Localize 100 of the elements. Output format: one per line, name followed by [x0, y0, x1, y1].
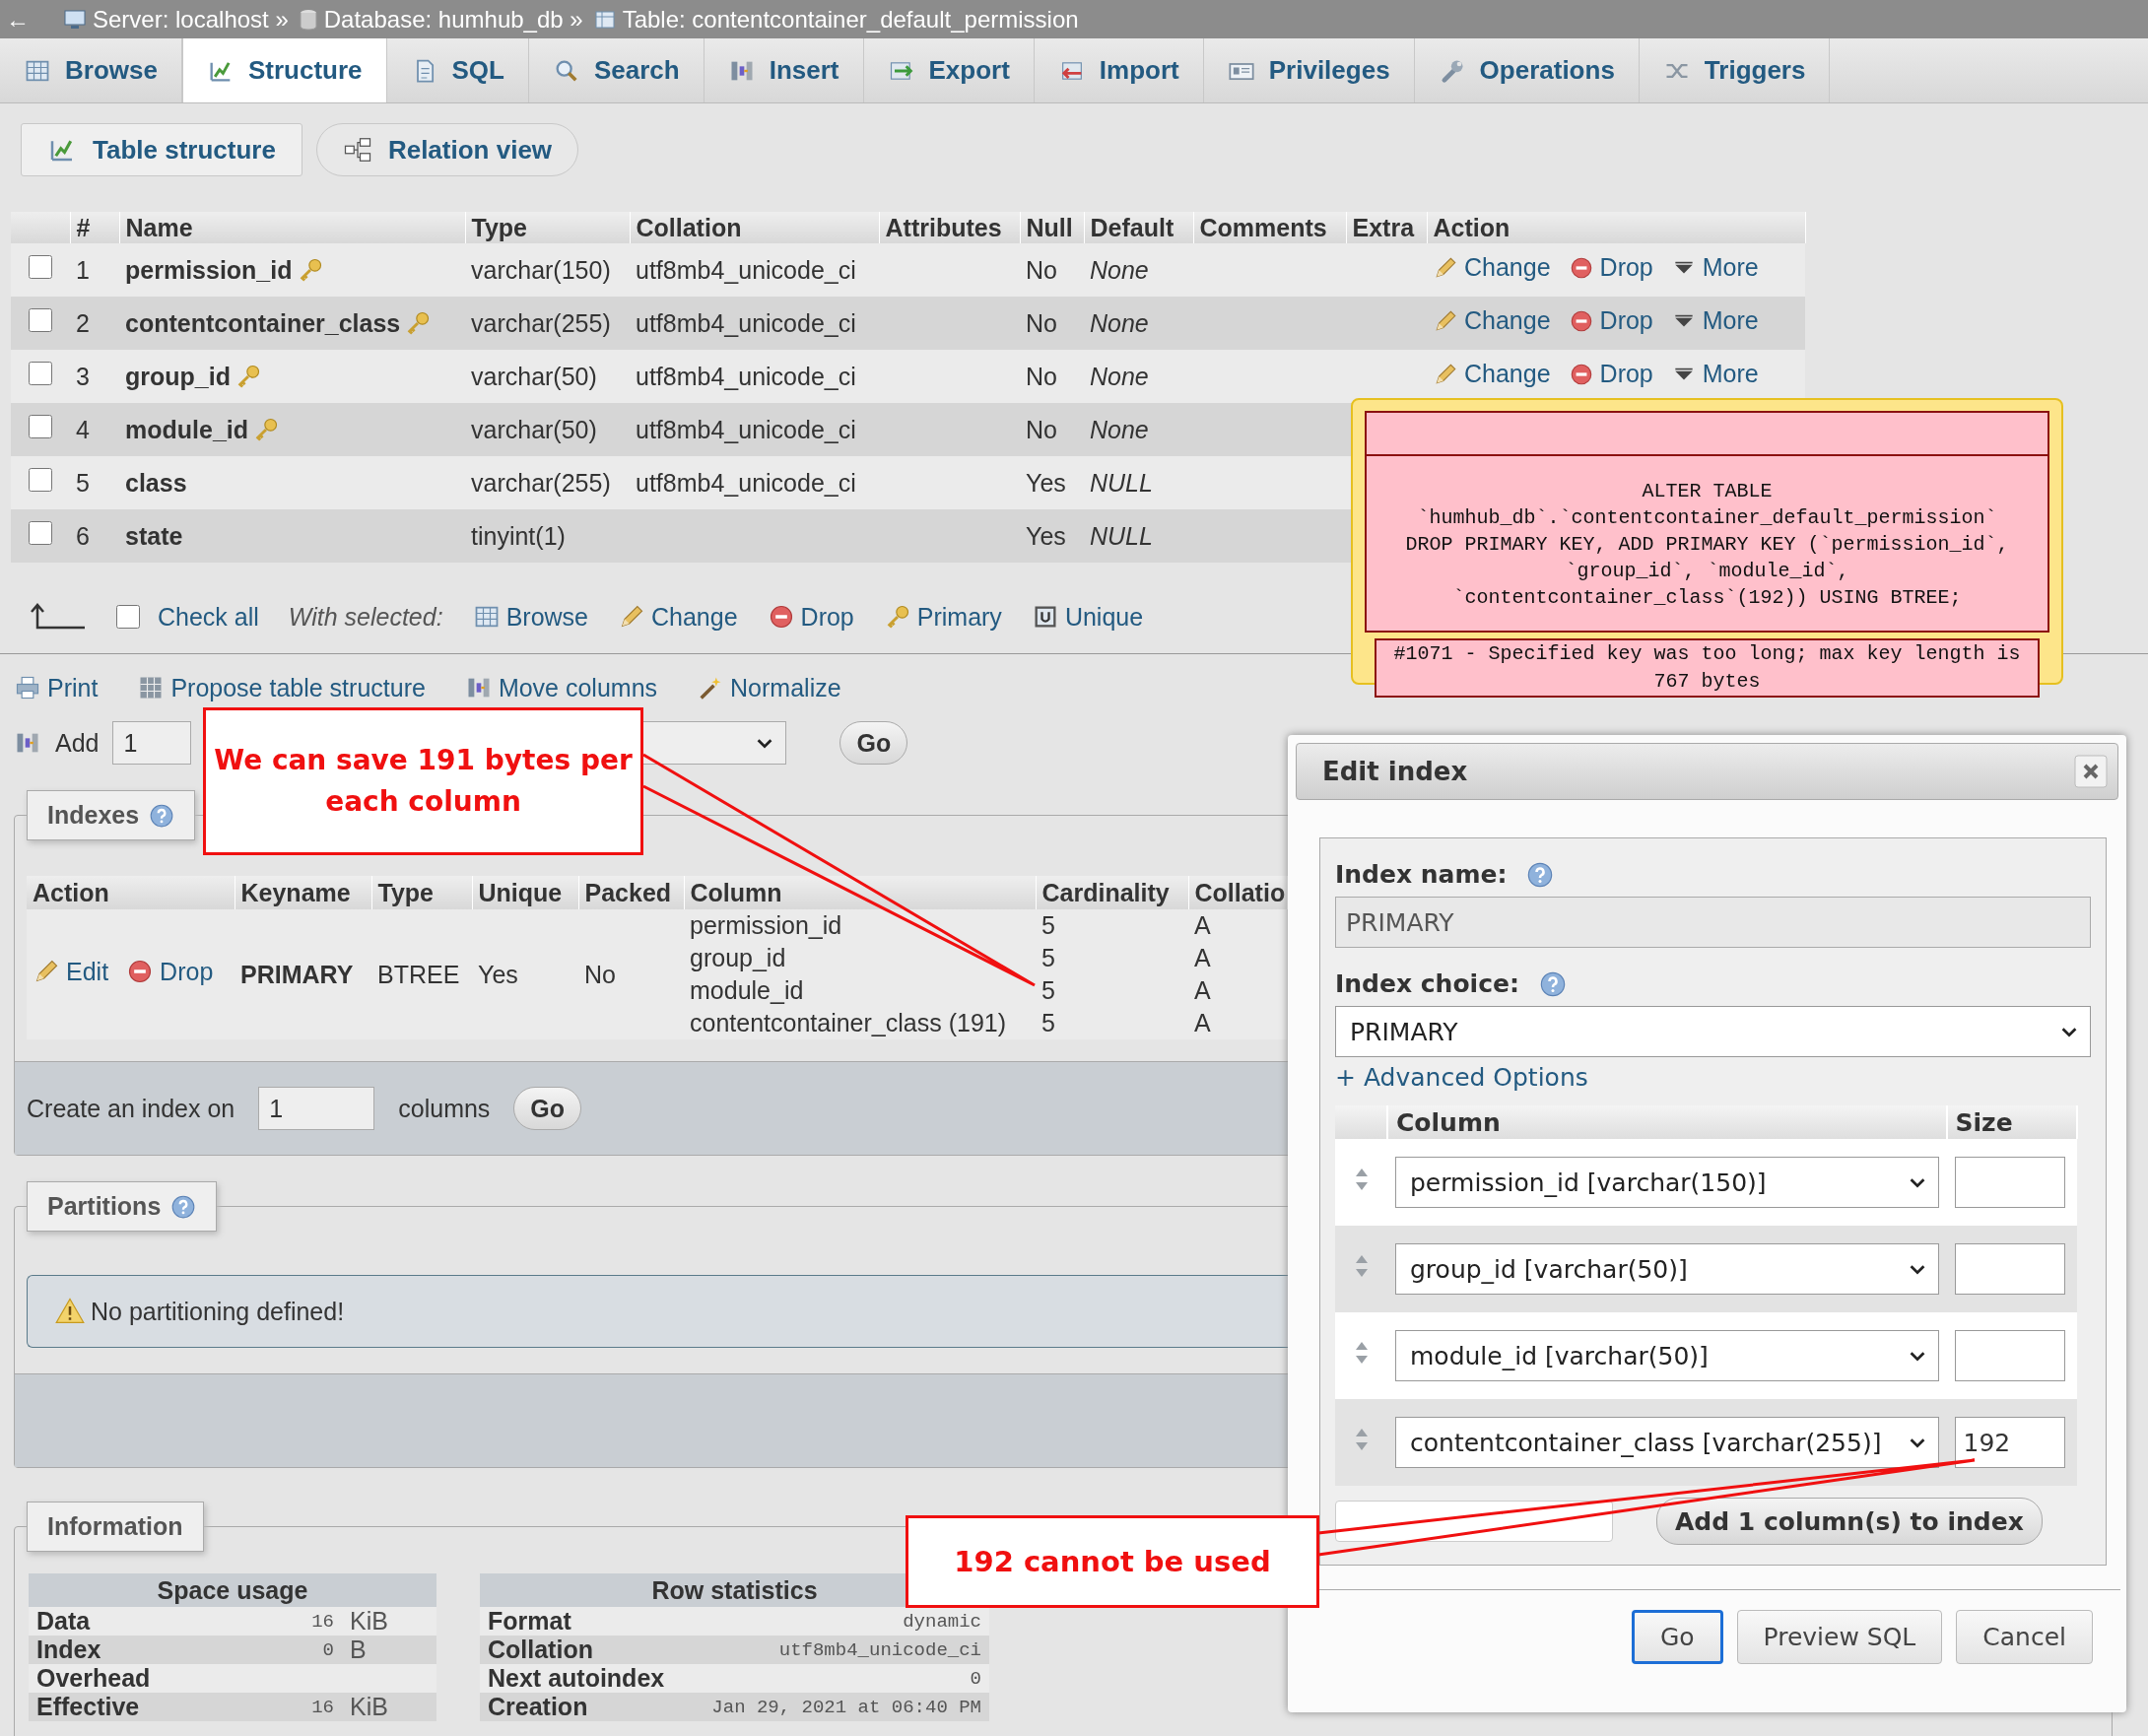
action-link[interactable]: Change	[1464, 306, 1551, 336]
action-link[interactable]: More	[1702, 360, 1759, 389]
table-cell: KiB	[350, 1693, 388, 1720]
subtab[interactable]: Table structure	[21, 123, 302, 176]
column-select[interactable]: module_id [varchar(50)]	[1395, 1330, 1939, 1381]
tab[interactable]: Insert	[704, 38, 864, 102]
action-link[interactable]: Drop	[1599, 253, 1653, 283]
table-cell: utf8mb4_unicode_ci	[636, 362, 856, 390]
table-cell: None	[1084, 243, 1193, 297]
table-cell: group_id	[684, 942, 1036, 974]
bulk-action-link[interactable]: Browse	[505, 602, 588, 632]
table-cell: Jan 29, 2021 at 06:40 PM	[685, 1693, 989, 1721]
action-link[interactable]: Drop	[1599, 360, 1653, 389]
tab[interactable]: Operations	[1414, 38, 1640, 102]
tab[interactable]: SQL	[386, 38, 529, 102]
row-checkbox[interactable]	[29, 362, 52, 385]
breadcrumb-link[interactable]: Table: contentcontainer_default_permission	[622, 5, 1079, 33]
row-checkbox[interactable]	[29, 468, 52, 492]
table-cell: 3	[70, 350, 119, 403]
row-checkbox[interactable]	[29, 308, 52, 332]
table-cell: varchar(50)	[465, 350, 630, 403]
dialog-button[interactable]: Go	[1631, 1610, 1723, 1664]
size-field[interactable]: 192	[1954, 1417, 2065, 1468]
size-field[interactable]	[1954, 1330, 2065, 1381]
bulk-action-link[interactable]: Drop	[800, 602, 854, 632]
size-field[interactable]	[1954, 1157, 2065, 1208]
action-link[interactable]: More	[1702, 253, 1759, 283]
go-button[interactable]: Go	[839, 721, 908, 765]
tab[interactable]: Browse	[0, 38, 182, 102]
table-cell: None	[1084, 297, 1193, 350]
row-label: Overhead	[36, 1664, 151, 1692]
breadcrumb-link[interactable]: Server: localhost »	[93, 5, 289, 33]
toolbar-link[interactable]: Normalize	[730, 673, 841, 702]
row-checkbox[interactable]	[29, 255, 52, 279]
action-link[interactable]: Change	[1464, 360, 1551, 389]
column-select[interactable]: permission_id [varchar(150)]	[1395, 1157, 1939, 1208]
help-icon[interactable]	[170, 1193, 197, 1220]
tab[interactable]: Search	[528, 38, 705, 102]
action-link[interactable]: Edit	[66, 957, 109, 986]
column-select[interactable]: group_id [varchar(50)]	[1395, 1243, 1939, 1295]
column-header: Type	[371, 876, 472, 909]
back-arrow[interactable]: ←	[6, 5, 30, 33]
with-selected-label: With selected:	[288, 602, 443, 632]
size-field[interactable]	[1954, 1243, 2065, 1295]
index-choice-select[interactable]: PRIMARY	[1335, 1006, 2091, 1057]
dialog-button[interactable]: Preview SQL	[1736, 1610, 1943, 1664]
toolbar-link[interactable]: Move columns	[498, 673, 658, 702]
help-icon[interactable]	[1538, 969, 1567, 998]
tab[interactable]: Privileges	[1203, 38, 1415, 102]
table-cell: Yes	[1020, 456, 1084, 509]
column-header: Column	[1387, 1105, 1947, 1139]
add-column-button[interactable]: Add 1 column(s) to index	[1656, 1498, 2043, 1545]
table-cell: utf8mb4_unicode_ci	[685, 1636, 989, 1664]
column-name: module_id	[125, 415, 248, 444]
bulk-action-link[interactable]: Primary	[916, 602, 1002, 632]
table-cell: A	[1188, 974, 1287, 1007]
dialog-button[interactable]: Cancel	[1956, 1610, 2093, 1664]
action-link[interactable]: Drop	[1599, 306, 1653, 336]
tab[interactable]: Import	[1034, 38, 1204, 102]
help-icon[interactable]	[149, 802, 175, 829]
table-cell: NULL	[1084, 456, 1193, 509]
table-cell: 2	[70, 297, 119, 350]
row-checkbox[interactable]	[29, 415, 52, 438]
breadcrumb-link[interactable]: Database: humhub_db »	[323, 5, 583, 33]
column-name: class	[125, 468, 187, 498]
go-button[interactable]: Go	[513, 1087, 582, 1130]
table-cell: dynamic	[685, 1607, 989, 1636]
action-link[interactable]: Change	[1464, 253, 1551, 283]
check-all-link[interactable]: Check all	[158, 602, 259, 632]
subtab[interactable]: Relation view	[315, 123, 579, 176]
check-all-checkbox[interactable]	[116, 605, 140, 629]
table-cell: 5	[1036, 1007, 1188, 1039]
close-icon[interactable]	[2074, 755, 2108, 788]
action-link[interactable]: More	[1702, 306, 1759, 336]
column-count-field[interactable]: 1	[258, 1087, 375, 1130]
toolbar-link[interactable]: Print	[47, 673, 99, 702]
action-link[interactable]: Drop	[160, 957, 214, 986]
table-cell: PRIMARY	[240, 960, 354, 988]
count-field[interactable]: 1	[112, 721, 192, 765]
toolbar-link[interactable]: Propose table structure	[170, 673, 426, 702]
table-cell: NULL	[1084, 509, 1193, 563]
help-icon[interactable]	[1526, 860, 1555, 889]
table-cell: utf8mb4_unicode_ci	[636, 468, 856, 497]
column-header: Comments	[1193, 212, 1346, 243]
row-checkbox[interactable]	[29, 521, 52, 545]
column-select[interactable]: contentcontainer_class [varchar(255)]	[1395, 1417, 1939, 1468]
column-header: Type	[465, 212, 630, 243]
column-header: Cardinality	[1036, 876, 1188, 909]
column-header: Default	[1084, 212, 1193, 243]
bulk-action-link[interactable]: Unique	[1064, 602, 1144, 632]
section-legend: Information	[27, 1502, 204, 1552]
table-cell: 16	[311, 1610, 334, 1633]
diagram-icon	[342, 135, 372, 165]
advanced-options-link[interactable]: + Advanced Options	[1335, 1063, 2091, 1092]
tab[interactable]: Triggers	[1639, 38, 1831, 102]
column-header: Collation	[630, 212, 879, 243]
table-title: Space usage	[29, 1573, 436, 1607]
bulk-action-link[interactable]: Change	[651, 602, 738, 632]
tab[interactable]: Structure	[181, 38, 387, 102]
tab[interactable]: Export	[863, 38, 1035, 102]
